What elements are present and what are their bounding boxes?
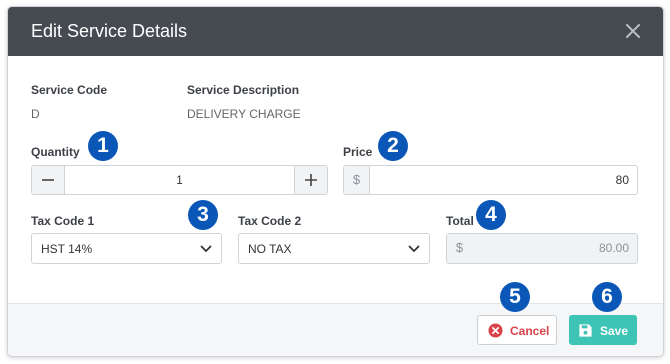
save-button[interactable]: Save <box>569 315 637 345</box>
close-button[interactable] <box>620 18 646 44</box>
cancel-button[interactable]: Cancel <box>477 315 557 345</box>
dialog-title: Edit Service Details <box>31 21 188 41</box>
price-input[interactable]: 80 <box>616 173 629 187</box>
total-field: $ 80.00 <box>446 233 638 264</box>
tax-code-1-label: Tax Code 1 <box>31 214 95 228</box>
floppy-disk-icon <box>579 324 592 337</box>
chevron-down-icon <box>408 245 420 253</box>
service-code-value: D <box>31 107 40 121</box>
increment-button[interactable] <box>294 166 327 194</box>
price-field[interactable]: $ 80 <box>343 165 638 195</box>
step-marker-1: 1 <box>88 131 118 161</box>
tax-code-2-label: Tax Code 2 <box>238 214 302 228</box>
step-marker-6: 6 <box>592 282 622 312</box>
tax-code-1-value: HST 14% <box>41 242 93 256</box>
dialog-header: Edit Service Details <box>8 7 663 56</box>
decrement-button[interactable] <box>32 166 65 194</box>
quantity-stepper: 1 <box>31 165 328 195</box>
save-label: Save <box>600 324 629 338</box>
chevron-down-icon <box>200 245 212 253</box>
cancel-circle-icon <box>488 323 503 338</box>
total-currency: $ <box>447 234 472 262</box>
dialog-footer: Cancel Save <box>8 303 663 356</box>
tax-code-2-value: NO TAX <box>248 242 292 256</box>
minus-icon <box>42 179 54 181</box>
step-marker-2: 2 <box>378 131 408 161</box>
step-marker-5: 5 <box>500 282 530 312</box>
tax-code-2-select[interactable]: NO TAX <box>238 233 430 264</box>
price-currency: $ <box>344 166 370 194</box>
close-icon <box>626 24 640 38</box>
tax-code-1-select[interactable]: HST 14% <box>31 233 222 264</box>
service-description-label: Service Description <box>187 83 300 97</box>
step-marker-3: 3 <box>188 200 218 230</box>
plus-icon <box>305 174 317 186</box>
quantity-label: Quantity <box>31 145 80 159</box>
total-value: 80.00 <box>598 241 629 255</box>
service-code-label: Service Code <box>31 83 108 97</box>
service-description-value: DELIVERY CHARGE <box>187 107 301 121</box>
price-label: Price <box>343 145 373 159</box>
total-label: Total <box>446 214 474 228</box>
step-marker-4: 4 <box>476 200 506 230</box>
cancel-label: Cancel <box>510 324 550 338</box>
edit-service-dialog: Edit Service Details Service Code D Serv… <box>7 6 664 357</box>
quantity-input[interactable]: 1 <box>64 173 295 187</box>
